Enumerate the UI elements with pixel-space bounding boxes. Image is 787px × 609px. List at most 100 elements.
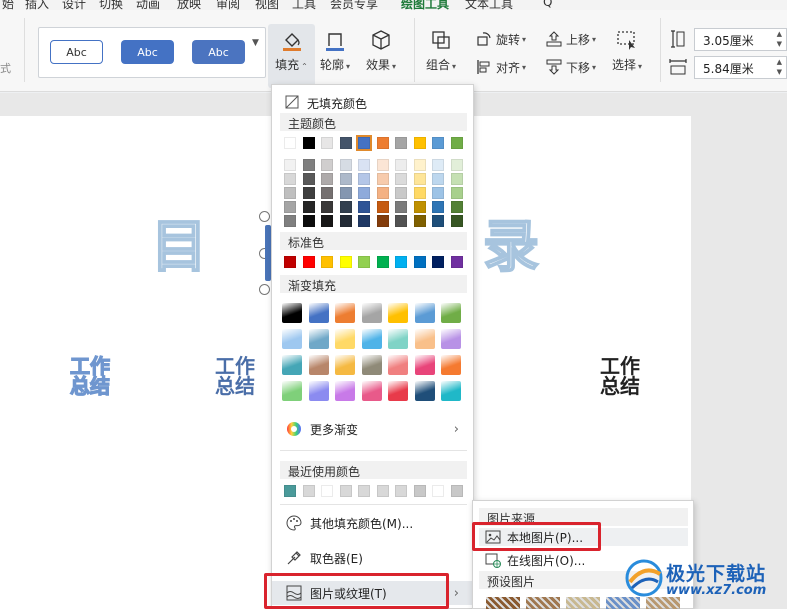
gradient-swatch[interactable] xyxy=(335,355,355,375)
tab-animation[interactable]: 动画 xyxy=(136,0,160,10)
theme-shade-swatch[interactable] xyxy=(376,187,389,199)
theme-shade-swatch[interactable] xyxy=(358,201,370,213)
theme-shade-swatch[interactable] xyxy=(339,173,352,185)
theme-shade-swatch[interactable] xyxy=(302,173,315,185)
theme-shade-swatch[interactable] xyxy=(321,187,333,199)
theme-shade-swatch[interactable] xyxy=(302,215,315,227)
theme-shade-swatch[interactable] xyxy=(432,187,444,199)
theme-shade-swatch[interactable] xyxy=(302,201,315,213)
wordart-outline[interactable]: 工作总结 xyxy=(68,355,112,396)
standard-color-swatch[interactable] xyxy=(321,256,333,268)
shape-style-gallery[interactable]: Abc Abc Abc xyxy=(38,27,266,78)
title-char-left[interactable]: 目 xyxy=(150,202,208,283)
theme-color-swatch[interactable] xyxy=(302,137,315,149)
theme-shade-swatch[interactable] xyxy=(358,215,370,227)
theme-shade-swatch[interactable] xyxy=(302,187,315,199)
theme-shade-swatch[interactable] xyxy=(395,173,407,185)
theme-shade-swatch[interactable] xyxy=(358,173,370,185)
theme-shade-swatch[interactable] xyxy=(376,215,389,227)
tab-home[interactable]: 始 xyxy=(2,0,14,10)
move-up-button[interactable]: 上移 ▾ xyxy=(545,30,596,48)
preset-texture[interactable] xyxy=(526,597,560,609)
gradient-swatch[interactable] xyxy=(441,355,461,375)
group-button[interactable]: 组合 ▾ xyxy=(426,28,456,73)
gradient-swatch[interactable] xyxy=(361,355,382,375)
search-icon[interactable]: Q xyxy=(543,0,552,9)
selection-handle[interactable] xyxy=(259,211,270,222)
gradient-swatch[interactable] xyxy=(361,303,382,323)
theme-color-swatch[interactable] xyxy=(284,137,296,149)
theme-shade-swatch[interactable] xyxy=(358,159,370,171)
fill-button[interactable]: 填充 ⌃ xyxy=(268,24,315,88)
recent-color-swatch[interactable] xyxy=(339,485,352,497)
wordart-blue[interactable]: 工作总结 xyxy=(213,356,257,396)
recent-color-swatch[interactable] xyxy=(302,485,315,497)
tab-view[interactable]: 视图 xyxy=(255,0,279,10)
standard-color-swatch[interactable] xyxy=(284,256,296,268)
standard-color-swatch[interactable] xyxy=(395,256,407,268)
more-gradients-item[interactable]: 更多渐变 › xyxy=(272,418,473,440)
theme-shade-swatch[interactable] xyxy=(395,159,407,171)
standard-color-swatch[interactable] xyxy=(432,256,444,268)
gradient-swatch[interactable] xyxy=(441,381,461,401)
theme-shade-swatch[interactable] xyxy=(321,159,333,171)
wordart-black[interactable]: 工作总结 xyxy=(598,356,642,396)
gradient-swatch[interactable] xyxy=(388,355,408,375)
gradient-swatch[interactable] xyxy=(361,329,382,349)
tab-insert[interactable]: 插入 xyxy=(25,0,49,10)
recent-color-swatch[interactable] xyxy=(376,485,389,497)
shape-width-input[interactable]: 5.84厘米 ▲ ▼ xyxy=(694,56,787,79)
gradient-swatch[interactable] xyxy=(361,381,382,401)
tab-member[interactable]: 会员专享 xyxy=(330,0,378,10)
theme-shade-swatch[interactable] xyxy=(413,159,426,171)
shape-height-input[interactable]: 3.05厘米 ▲ ▼ xyxy=(694,28,787,51)
gradient-swatch[interactable] xyxy=(335,329,355,349)
style-sample-filled-2[interactable]: Abc xyxy=(192,40,245,64)
recent-color-swatch[interactable] xyxy=(450,485,463,497)
tab-review[interactable]: 审阅 xyxy=(216,0,240,10)
recent-color-swatch[interactable] xyxy=(284,485,296,497)
gradient-swatch[interactable] xyxy=(335,303,355,323)
style-sample-outline[interactable]: Abc xyxy=(50,40,103,64)
recent-color-swatch[interactable] xyxy=(395,485,407,497)
recent-color-swatch[interactable] xyxy=(432,485,444,497)
select-button[interactable]: 选择 ▾ xyxy=(612,28,642,73)
theme-shade-swatch[interactable] xyxy=(432,159,444,171)
no-fill-item[interactable]: 无填充颜色 xyxy=(272,93,473,113)
selection-handle[interactable] xyxy=(259,284,270,295)
theme-shade-swatch[interactable] xyxy=(432,215,444,227)
gradient-swatch[interactable] xyxy=(282,303,302,323)
rotate-button[interactable]: 旋转 ▾ xyxy=(475,30,526,48)
title-char-right[interactable]: 录 xyxy=(482,202,540,283)
gradient-swatch[interactable] xyxy=(414,303,435,323)
height-spinner[interactable]: ▲ ▼ xyxy=(777,29,782,49)
theme-shade-swatch[interactable] xyxy=(321,173,333,185)
theme-shade-swatch[interactable] xyxy=(321,215,333,227)
outline-button[interactable]: 轮廓 ▾ xyxy=(320,28,350,73)
theme-color-swatch[interactable] xyxy=(413,137,426,149)
theme-shade-swatch[interactable] xyxy=(432,173,444,185)
align-button[interactable]: 对齐 ▾ xyxy=(475,58,526,76)
gradient-swatch[interactable] xyxy=(388,381,408,401)
theme-color-swatch[interactable] xyxy=(395,137,407,149)
eyedropper-item[interactable]: 取色器(E) xyxy=(272,547,473,569)
theme-color-swatch[interactable] xyxy=(339,137,352,149)
theme-shade-swatch[interactable] xyxy=(339,201,352,213)
preset-texture[interactable] xyxy=(566,597,600,609)
standard-color-swatch[interactable] xyxy=(339,256,352,268)
theme-shade-swatch[interactable] xyxy=(284,159,296,171)
theme-shade-swatch[interactable] xyxy=(395,201,407,213)
gradient-swatch[interactable] xyxy=(388,329,408,349)
theme-shade-swatch[interactable] xyxy=(450,215,463,227)
theme-color-swatch[interactable] xyxy=(450,137,463,149)
tab-text-tools[interactable]: 文本工具 xyxy=(465,0,513,10)
theme-shade-swatch[interactable] xyxy=(450,173,463,185)
tab-transition[interactable]: 切换 xyxy=(99,0,123,10)
standard-color-swatch[interactable] xyxy=(358,256,370,268)
theme-shade-swatch[interactable] xyxy=(358,187,370,199)
gradient-swatch[interactable] xyxy=(414,355,435,375)
tab-slideshow[interactable]: 放映 xyxy=(177,0,201,10)
theme-shade-swatch[interactable] xyxy=(321,201,333,213)
theme-shade-swatch[interactable] xyxy=(284,201,296,213)
gradient-swatch[interactable] xyxy=(441,329,461,349)
